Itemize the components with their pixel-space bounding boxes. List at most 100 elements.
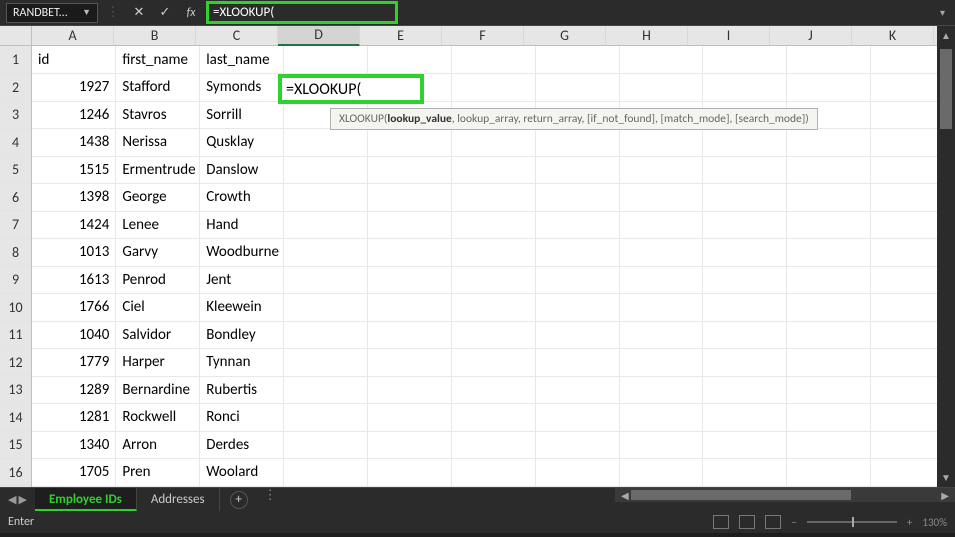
cell[interactable]: [703, 294, 787, 322]
vertical-scrollbar[interactable]: ▲ ▼: [937, 26, 955, 487]
cell[interactable]: [367, 74, 451, 102]
cell[interactable]: Woodburne: [200, 239, 284, 267]
cell[interactable]: [284, 74, 368, 102]
cell[interactable]: 1613: [32, 266, 116, 294]
cell[interactable]: [451, 239, 535, 267]
cell[interactable]: [703, 266, 787, 294]
cell[interactable]: [451, 101, 535, 129]
cell[interactable]: [703, 321, 787, 349]
cell[interactable]: Bernardine: [116, 376, 200, 404]
tab-prev-icon[interactable]: ◀: [8, 493, 16, 506]
cell[interactable]: [451, 184, 535, 212]
cell[interactable]: [787, 156, 871, 184]
cell[interactable]: Danslow: [200, 156, 284, 184]
cell[interactable]: [619, 46, 703, 74]
cell[interactable]: [284, 266, 368, 294]
cell[interactable]: [284, 431, 368, 459]
cell[interactable]: [451, 211, 535, 239]
cell[interactable]: [619, 376, 703, 404]
cell[interactable]: Ermentrude: [116, 156, 200, 184]
cell[interactable]: [367, 376, 451, 404]
view-page-break-icon[interactable]: [765, 515, 781, 529]
cell[interactable]: [703, 156, 787, 184]
cell[interactable]: [703, 376, 787, 404]
cell[interactable]: Derdes: [200, 431, 284, 459]
cell[interactable]: [619, 129, 703, 157]
cell[interactable]: [367, 184, 451, 212]
cell[interactable]: [284, 46, 368, 74]
row-header[interactable]: 1: [0, 46, 31, 74]
tab-split-handle[interactable]: ⋮: [258, 488, 282, 511]
cell[interactable]: 1766: [32, 294, 116, 322]
cell[interactable]: [284, 459, 368, 487]
scrollbar-thumb[interactable]: [940, 49, 952, 129]
column-header[interactable]: G: [524, 26, 606, 45]
cell[interactable]: 1040: [32, 321, 116, 349]
cell[interactable]: [535, 431, 619, 459]
cell[interactable]: Pren: [116, 459, 200, 487]
cell[interactable]: Harper: [116, 349, 200, 377]
cell[interactable]: [451, 294, 535, 322]
cell[interactable]: [535, 239, 619, 267]
cell[interactable]: [535, 74, 619, 102]
cell[interactable]: [703, 46, 787, 74]
cell[interactable]: [284, 129, 368, 157]
row-header[interactable]: 11: [0, 321, 31, 349]
cell[interactable]: [451, 74, 535, 102]
cell[interactable]: [451, 46, 535, 74]
cell[interactable]: [367, 459, 451, 487]
cell[interactable]: 1424: [32, 211, 116, 239]
view-page-layout-icon[interactable]: [739, 515, 755, 529]
cell[interactable]: [703, 404, 787, 432]
cell[interactable]: [367, 321, 451, 349]
cell[interactable]: Stafford: [116, 74, 200, 102]
cancel-formula-button[interactable]: ✕: [128, 5, 150, 20]
row-header[interactable]: 9: [0, 266, 31, 294]
row-header[interactable]: 15: [0, 431, 31, 459]
cell[interactable]: [535, 349, 619, 377]
cell[interactable]: [284, 349, 368, 377]
cell[interactable]: 1927: [32, 74, 116, 102]
cell[interactable]: [284, 184, 368, 212]
cell[interactable]: Sorrill: [200, 101, 284, 129]
cell[interactable]: Nerissa: [116, 129, 200, 157]
row-header[interactable]: 8: [0, 239, 31, 267]
cell[interactable]: [367, 294, 451, 322]
cell[interactable]: Woolard: [200, 459, 284, 487]
column-header[interactable]: K: [852, 26, 934, 45]
cell[interactable]: 1340: [32, 431, 116, 459]
cell[interactable]: 1438: [32, 129, 116, 157]
column-header[interactable]: B: [114, 26, 196, 45]
cell[interactable]: Jent: [200, 266, 284, 294]
row-header[interactable]: 7: [0, 211, 31, 239]
horizontal-scrollbar[interactable]: ◀ ▶: [615, 488, 955, 502]
cell[interactable]: [535, 46, 619, 74]
cell[interactable]: [787, 266, 871, 294]
row-header[interactable]: 5: [0, 156, 31, 184]
cell[interactable]: [619, 321, 703, 349]
zoom-out-button[interactable]: −: [791, 516, 796, 529]
cell[interactable]: [619, 266, 703, 294]
cell[interactable]: [619, 211, 703, 239]
cell[interactable]: Garvy: [116, 239, 200, 267]
cell[interactable]: [535, 129, 619, 157]
chevron-down-icon[interactable]: ▼: [82, 7, 91, 18]
cell[interactable]: [703, 211, 787, 239]
cell[interactable]: [284, 239, 368, 267]
add-sheet-button[interactable]: +: [230, 491, 248, 509]
cell[interactable]: [619, 431, 703, 459]
cell[interactable]: first_name: [116, 46, 200, 74]
cell[interactable]: 1779: [32, 349, 116, 377]
cell[interactable]: [451, 266, 535, 294]
view-normal-icon[interactable]: [713, 515, 729, 529]
column-header[interactable]: H: [606, 26, 688, 45]
cell[interactable]: Symonds: [200, 74, 284, 102]
cell[interactable]: [535, 266, 619, 294]
cell[interactable]: Ronci: [200, 404, 284, 432]
cell[interactable]: Hand: [200, 211, 284, 239]
cell[interactable]: [703, 349, 787, 377]
cell[interactable]: [619, 239, 703, 267]
formula-bar-collapse-icon[interactable]: ▾: [940, 6, 949, 19]
cell[interactable]: [535, 404, 619, 432]
cell[interactable]: Lenee: [116, 211, 200, 239]
